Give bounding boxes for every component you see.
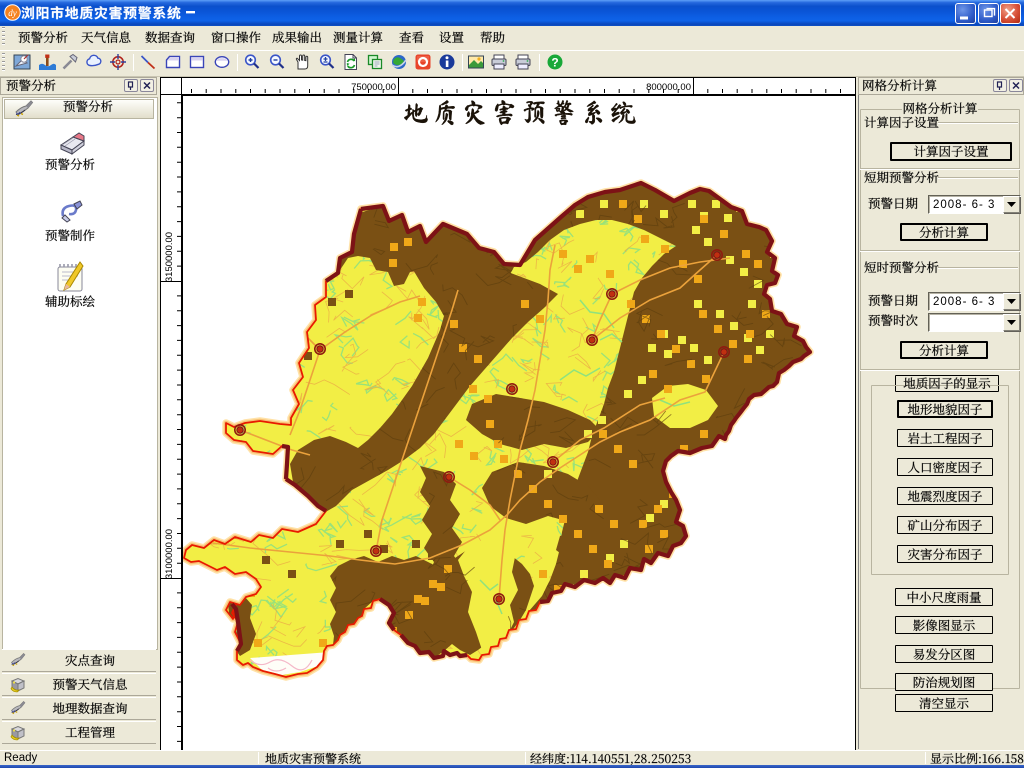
svg-text:3100000.00: 3100000.00 — [164, 529, 175, 579]
svg-text:3150000.00: 3150000.00 — [164, 232, 175, 282]
svg-text:?: ? — [551, 55, 558, 69]
svg-text:750000.00: 750000.00 — [351, 82, 396, 93]
svg-text:800000.00: 800000.00 — [646, 82, 691, 93]
svg-text:dy: dy — [8, 8, 17, 18]
